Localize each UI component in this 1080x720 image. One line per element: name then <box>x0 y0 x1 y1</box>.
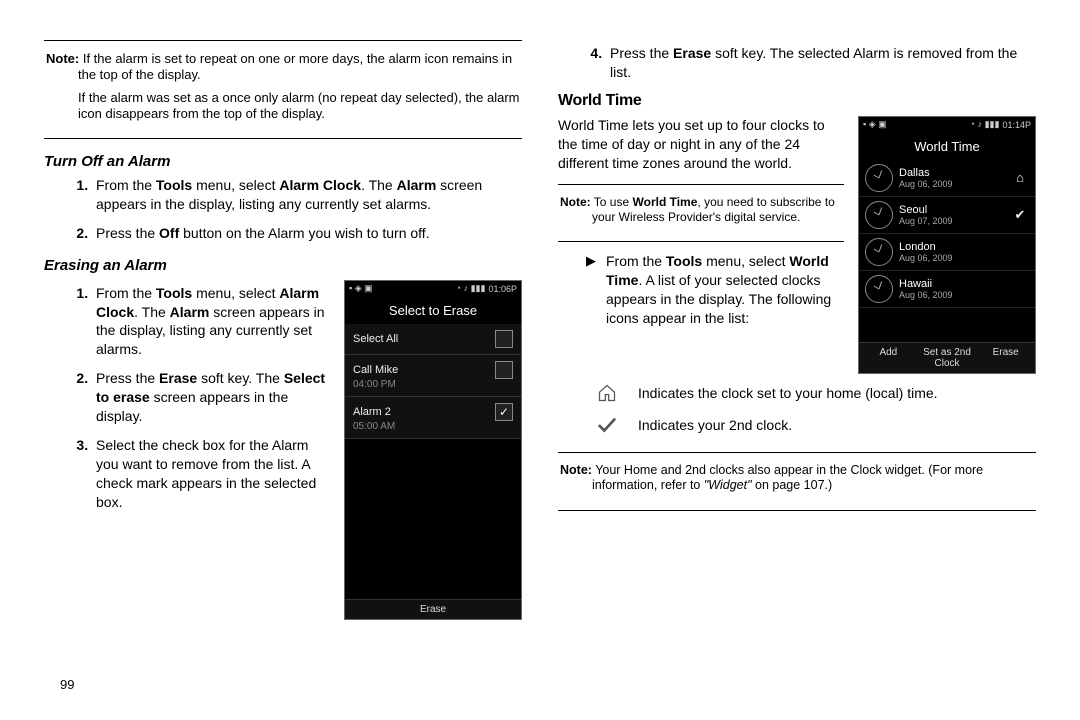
softkey-erase[interactable]: Erase <box>976 347 1035 369</box>
note-text-2: If the alarm was set as a once only alar… <box>78 90 520 121</box>
check-icon: ✔ <box>1011 207 1029 223</box>
step-2: Press the Off button on the Alarm you wi… <box>92 224 522 243</box>
softkey-set-2nd[interactable]: Set as 2nd Clock <box>918 347 977 369</box>
icon-legend-2nd: Indicates your 2nd clock. <box>558 412 1036 438</box>
checkbox-icon[interactable] <box>495 330 513 348</box>
checkbox-icon[interactable] <box>495 361 513 379</box>
phone-list-row[interactable]: Call Mike 04:00 PM <box>345 355 521 397</box>
step-1: From the Tools menu, select Alarm Clock.… <box>92 176 522 214</box>
phone-title: Select to Erase <box>345 297 521 324</box>
phone-softkeys: Erase <box>345 599 521 619</box>
clock-icon <box>865 164 893 192</box>
page-number: 99 <box>60 677 74 692</box>
erase-step-1: From the Tools menu, select Alarm Clock.… <box>92 284 332 360</box>
world-time-intro: World Time lets you set up to four clock… <box>558 116 844 173</box>
erase-step-4: Press the Erase soft key. The selected A… <box>606 44 1036 82</box>
note-label: Note: <box>46 51 79 66</box>
heading-turn-off-alarm: Turn Off an Alarm <box>44 153 522 170</box>
phone-screenshot-erase: ▪ ◈ ▣ ◔ ♪ ▮▮▮ 01:06P Select to Erase Sel… <box>344 280 522 620</box>
right-column: Press the Erase soft key. The selected A… <box>558 40 1036 700</box>
erase-steps-cont: Press the Erase soft key. The selected A… <box>558 44 1036 82</box>
phone-status-bar: ▪ ◈ ▣ ◔ ♪ ▮▮▮ 01:14P <box>859 117 1035 133</box>
phone-list-row[interactable]: Select All <box>345 324 521 355</box>
heading-erasing-alarm: Erasing an Alarm <box>44 257 522 274</box>
heading-world-time: World Time <box>558 92 1036 110</box>
note-world-time: Note: To use World Time, you need to sub… <box>558 184 844 242</box>
home-icon <box>594 380 620 406</box>
icon-legend-home: Indicates the clock set to your home (lo… <box>558 380 1036 406</box>
check-icon <box>594 412 620 438</box>
world-clock-row[interactable]: Hawaii Aug 06, 2009 <box>859 271 1035 308</box>
checkbox-checked-icon[interactable]: ✓ <box>495 403 513 421</box>
left-column: Note: If the alarm is set to repeat on o… <box>44 40 522 700</box>
world-time-instruction: ▶ From the Tools menu, select World Time… <box>558 252 844 328</box>
erase-step-2: Press the Erase soft key. The Select to … <box>92 369 332 426</box>
clock-icon <box>865 275 893 303</box>
note-alarm-repeat: Note: If the alarm is set to repeat on o… <box>44 40 522 139</box>
clock-icon <box>865 201 893 229</box>
world-clock-row[interactable]: London Aug 06, 2009 <box>859 234 1035 271</box>
world-clock-row[interactable]: Seoul Aug 07, 2009 ✔ <box>859 197 1035 234</box>
note-clock-widget: Note: Your Home and 2nd clocks also appe… <box>558 452 1036 511</box>
phone-softkeys: Add Set as 2nd Clock Erase <box>859 342 1035 373</box>
note-text: If the alarm is set to repeat on one or … <box>78 51 512 82</box>
phone-title: World Time <box>859 133 1035 160</box>
home-icon: ⌂ <box>1011 170 1029 185</box>
softkey-erase[interactable]: Erase <box>345 604 521 615</box>
erase-step-3: Select the check box for the Alarm you w… <box>92 436 332 512</box>
erase-steps: From the Tools menu, select Alarm Clock.… <box>44 284 332 512</box>
phone-status-bar: ▪ ◈ ▣ ◔ ♪ ▮▮▮ 01:06P <box>345 281 521 297</box>
clock-icon <box>865 238 893 266</box>
phone-list-row[interactable]: Alarm 2 ✓ 05:00 AM <box>345 397 521 439</box>
turn-off-steps: From the Tools menu, select Alarm Clock.… <box>44 176 522 243</box>
world-clock-row[interactable]: Dallas Aug 06, 2009 ⌂ <box>859 160 1035 197</box>
arrow-right-icon: ▶ <box>586 252 596 328</box>
phone-screenshot-world: ▪ ◈ ▣ ◔ ♪ ▮▮▮ 01:14P World Time Dallas A… <box>858 116 1036 374</box>
softkey-add[interactable]: Add <box>859 347 918 369</box>
